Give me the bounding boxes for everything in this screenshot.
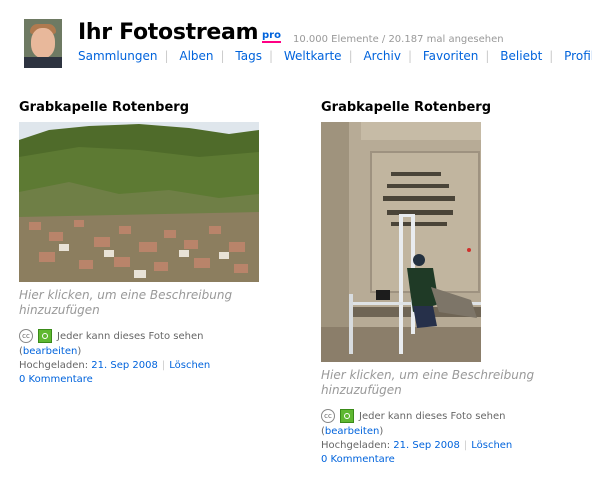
- public-visibility-icon: [38, 329, 52, 343]
- uploaded-label: Hochgeladen:: [19, 360, 89, 371]
- uploaded-label: Hochgeladen:: [321, 440, 391, 451]
- nav-alben[interactable]: Alben: [179, 49, 213, 63]
- photo-description-prompt[interactable]: Hier klicken, um eine Beschreibung hinzu…: [19, 288, 239, 318]
- photo-card: Grabkapelle Rotenberg Hier klicken, um e…: [321, 100, 541, 465]
- nav-separator: |: [164, 49, 169, 63]
- photo-title[interactable]: Grabkapelle Rotenberg: [19, 100, 259, 115]
- nav-sammlungen[interactable]: Sammlungen: [78, 49, 158, 63]
- nav-favoriten[interactable]: Favoriten: [423, 49, 479, 63]
- chapel-wall-photo: [321, 122, 481, 362]
- landscape-photo: [19, 122, 259, 282]
- nav-archiv[interactable]: Archiv: [363, 49, 401, 63]
- edit-row: (bearbeiten): [321, 426, 384, 437]
- public-visibility-icon: [340, 409, 354, 423]
- avatar-shirt: [24, 57, 62, 68]
- photo-description-prompt[interactable]: Hier klicken, um eine Beschreibung hinzu…: [321, 368, 541, 398]
- visibility-text: Jeder kann dieses Foto sehen: [359, 410, 506, 422]
- meta-separator: |: [463, 440, 468, 451]
- permissions-row: cc Jeder kann dieses Foto sehen: [19, 329, 259, 343]
- edit-permissions-link[interactable]: bearbeiten: [23, 346, 77, 357]
- upload-date-link[interactable]: 21. Sep 2008: [393, 440, 460, 451]
- photostream-nav: Sammlungen | Alben | Tags | Weltkarte | Arch…: [78, 49, 592, 63]
- creative-commons-icon[interactable]: cc: [321, 409, 335, 423]
- upload-row: Hochgeladen: 21. Sep 2008 | Löschen: [321, 440, 541, 451]
- nav-separator: |: [549, 49, 554, 63]
- nav-separator: |: [268, 49, 274, 63]
- photo-image[interactable]: [321, 122, 481, 362]
- photo-title[interactable]: Grabkapelle Rotenberg: [321, 100, 541, 115]
- nav-separator: |: [220, 49, 225, 63]
- upload-row: Hochgeladen: 21. Sep 2008 | Löschen: [19, 360, 259, 371]
- photo-card: Grabkapelle Rotenberg Hier klicken, um e…: [19, 100, 259, 385]
- nav-separator: |: [407, 49, 413, 63]
- comments-link[interactable]: 0 Kommentare: [19, 374, 93, 385]
- pro-badge[interactable]: pro: [262, 30, 281, 43]
- nav-separator: |: [485, 49, 490, 63]
- comments-row: 0 Kommentare: [321, 454, 541, 465]
- meta-separator: |: [161, 360, 166, 371]
- delete-link[interactable]: Löschen: [471, 440, 512, 451]
- comments-link[interactable]: 0 Kommentare: [321, 454, 395, 465]
- nav-tags[interactable]: Tags: [235, 49, 262, 63]
- nav-profil[interactable]: Profil: [564, 49, 592, 63]
- nav-weltkarte[interactable]: Weltkarte: [284, 49, 342, 63]
- nav-separator: |: [348, 49, 353, 63]
- nav-beliebt[interactable]: Beliebt: [500, 49, 542, 63]
- photostream-stats: 10.000 Elemente / 20.187 mal angesehen: [293, 34, 504, 45]
- user-avatar[interactable]: [24, 19, 62, 68]
- delete-link[interactable]: Löschen: [169, 360, 210, 371]
- creative-commons-icon[interactable]: cc: [19, 329, 33, 343]
- page-title: Ihr Fotostream: [78, 20, 259, 45]
- permissions-row: cc Jeder kann dieses Foto sehen: [321, 409, 541, 423]
- avatar-face: [31, 28, 55, 58]
- visibility-text: Jeder kann dieses Foto sehen: [57, 330, 204, 342]
- photo-image[interactable]: [19, 122, 259, 282]
- comments-row: 0 Kommentare: [19, 374, 259, 385]
- edit-permissions-link[interactable]: bearbeiten: [325, 426, 379, 437]
- upload-date-link[interactable]: 21. Sep 2008: [91, 360, 158, 371]
- edit-row: (bearbeiten): [19, 346, 82, 357]
